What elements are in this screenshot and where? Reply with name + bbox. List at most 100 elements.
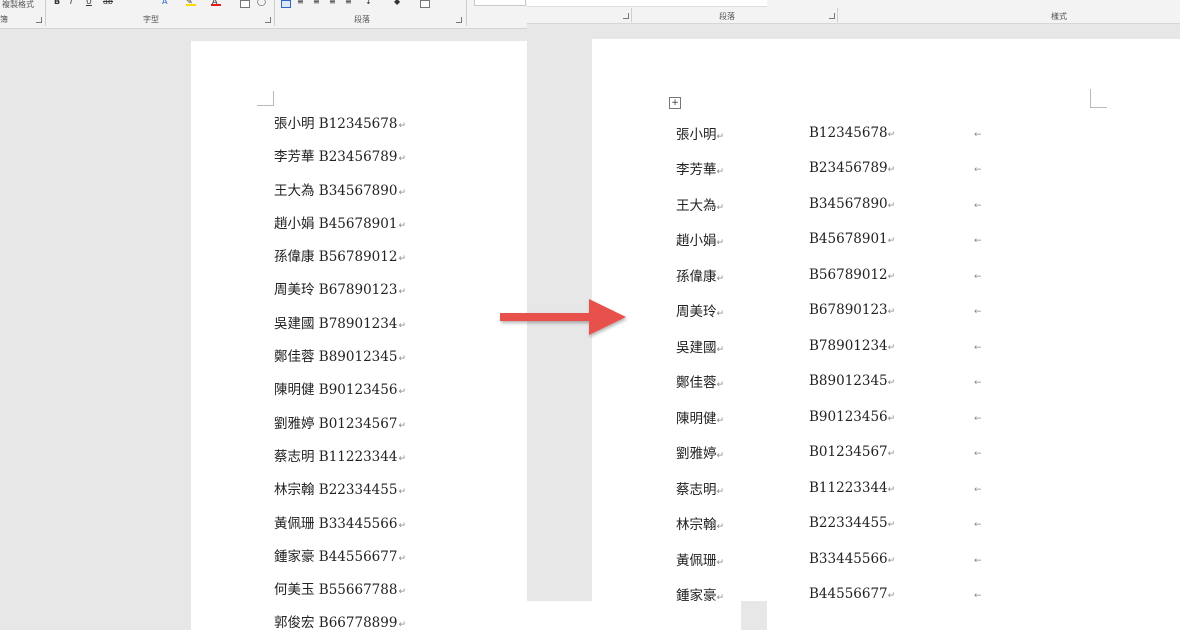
id-text: B34567890: [809, 195, 888, 212]
name-text: 蔡志明: [676, 481, 717, 498]
id-cell[interactable]: B01234567↵: [809, 435, 974, 471]
italic-icon[interactable]: I: [70, 0, 72, 6]
id-text: B11223344: [809, 479, 888, 496]
arrow-shape: [500, 299, 626, 335]
row-end-cell: ←: [974, 222, 1004, 258]
name-cell[interactable]: 趙小娟↵: [676, 222, 809, 258]
id-cell[interactable]: B56789012↵: [809, 257, 974, 293]
cell-mark-icon: ↵: [887, 591, 896, 602]
id-cell[interactable]: B11223344↵: [809, 470, 974, 506]
name-text: 周美玲: [676, 304, 717, 321]
id-cell[interactable]: B34567890↵: [809, 186, 974, 222]
document-line: 周美玲 B67890123↵: [274, 280, 406, 313]
distributed-icon[interactable]: ≡: [345, 0, 352, 6]
font-color-bar: [211, 4, 221, 6]
name-text: 王大為: [676, 197, 717, 214]
table-move-handle-icon[interactable]: +: [669, 97, 681, 109]
bold-icon[interactable]: B: [54, 0, 60, 6]
name-cell[interactable]: 劉雅婷↵: [676, 435, 809, 471]
line-text: 張小明 B12345678: [274, 116, 398, 132]
id-cell[interactable]: B33445566↵: [809, 541, 974, 577]
name-cell[interactable]: 王大為↵: [676, 186, 809, 222]
document-line: 黃佩珊 B33445566↵: [274, 514, 406, 547]
cell-mark-icon: ↵: [887, 413, 896, 424]
left-word-window: 複製格式 簿 B I U ab A ✎ A ◯ 字型 ≡ ≡ ≡ ≡ ↕ ◆ 段…: [0, 0, 527, 630]
document-page-before[interactable]: 張小明 B12345678↵ 李芳華 B23456789↵ 王大為 B3456789…: [191, 41, 527, 630]
copy-format-button[interactable]: 複製格式: [2, 0, 34, 10]
justify-icon[interactable]: ≡: [329, 0, 336, 6]
shading-icon[interactable]: ◆: [394, 0, 400, 6]
document-line: 趙小娟 B45678901↵: [274, 214, 406, 247]
paragraph-mark-icon: ↵: [398, 487, 406, 498]
styles-gallery[interactable]: [474, 0, 526, 6]
id-cell[interactable]: B78901234↵: [809, 328, 974, 364]
text-effect-icon[interactable]: A: [162, 0, 167, 6]
row-end-mark-icon: ←: [974, 520, 982, 531]
name-cell[interactable]: 陳明健↵: [676, 399, 809, 435]
line-spacing-icon[interactable]: ↕: [365, 0, 372, 6]
name-cell[interactable]: 張小明↵: [676, 115, 809, 151]
borders-icon[interactable]: [420, 0, 430, 8]
cell-mark-icon: ↵: [887, 200, 896, 211]
id-cell[interactable]: B89012345↵: [809, 364, 974, 400]
paragraph-mark-icon: ↵: [398, 387, 406, 398]
id-cell[interactable]: B44556677↵: [809, 577, 974, 613]
name-cell[interactable]: 鄭佳蓉↵: [676, 364, 809, 400]
name-cell[interactable]: 林宗翰↵: [676, 506, 809, 542]
document-line: 孫偉康 B56789012↵: [274, 247, 406, 280]
char-shading-icon[interactable]: [240, 0, 250, 8]
paragraph-group-label: 段落: [354, 15, 370, 24]
document-line: 蔡志明 B11223344↵: [274, 447, 406, 480]
table-row: 孫偉康↵ B56789012↵ ←: [676, 257, 1004, 293]
id-cell[interactable]: B22334455↵: [809, 506, 974, 542]
paragraph-dialog-launcher-icon[interactable]: [456, 17, 462, 23]
paragraph-mark-icon: ↵: [398, 354, 406, 365]
ribbon-divider: [45, 0, 46, 26]
id-text: B78901234: [809, 337, 888, 354]
scroll-gutter: [741, 601, 767, 630]
align-right-icon[interactable]: ≡: [313, 0, 320, 6]
table-row: 陳明健↵ B90123456↵ ←: [676, 399, 1004, 435]
comparison-screenshot: 複製格式 簿 B I U ab A ✎ A ◯ 字型 ≡ ≡ ≡ ≡ ↕ ◆ 段…: [0, 0, 1200, 630]
row-end-mark-icon: ←: [974, 378, 982, 389]
ribbon-divider: [274, 0, 275, 26]
document-line: 林宗翰 B22334455↵: [274, 480, 406, 513]
cell-mark-icon: ↵: [887, 378, 896, 389]
id-text: B90123456: [809, 408, 888, 425]
enclose-char-icon[interactable]: ◯: [257, 0, 266, 6]
id-text: B22334455: [809, 515, 888, 532]
name-cell[interactable]: 吳建國↵: [676, 328, 809, 364]
name-cell[interactable]: 周美玲↵: [676, 293, 809, 329]
line-text: 李芳華 B23456789: [274, 149, 398, 166]
name-cell[interactable]: 孫偉康↵: [676, 257, 809, 293]
row-end-mark-icon: ←: [974, 307, 982, 318]
table-row: 蔡志明↵ B11223344↵ ←: [676, 470, 1004, 506]
underline-icon[interactable]: U: [86, 0, 92, 6]
clipboard-dialog-launcher-icon[interactable]: [36, 17, 42, 23]
paragraph-mark-icon: ↵: [398, 453, 406, 464]
id-cell[interactable]: B45678901↵: [809, 222, 974, 258]
id-cell[interactable]: B23456789↵: [809, 151, 974, 187]
document-page-after[interactable]: + 張小明↵ B12345678↵ ← 李芳華↵ B23456789↵ ← 王大為↵ B345…: [592, 39, 1180, 604]
row-end-mark-icon: ←: [974, 129, 982, 140]
id-cell[interactable]: B67890123↵: [809, 293, 974, 329]
cell-mark-icon: ↵: [887, 449, 896, 460]
name-cell[interactable]: 李芳華↵: [676, 151, 809, 187]
align-left-icon[interactable]: [281, 0, 291, 8]
align-center-icon[interactable]: ≡: [297, 0, 304, 6]
strikethrough-icon[interactable]: ab: [103, 0, 113, 6]
ribbon-divider: [466, 0, 467, 26]
paragraph-group-label: 段落: [719, 12, 735, 21]
id-cell[interactable]: B12345678↵: [809, 115, 974, 151]
row-end-cell: ←: [974, 186, 1004, 222]
paragraph-dialog-launcher-icon[interactable]: [829, 13, 835, 19]
name-cell[interactable]: 黃佩珊↵: [676, 541, 809, 577]
name-id-list: 張小明 B12345678↵ 李芳華 B23456789↵ 王大為 B3456789…: [274, 114, 406, 630]
font-dialog-launcher-icon[interactable]: [623, 13, 629, 19]
font-dialog-launcher-icon[interactable]: [265, 17, 271, 23]
name-id-table: 張小明↵ B12345678↵ ← 李芳華↵ B23456789↵ ← 王大為↵ B34567…: [676, 115, 1004, 612]
id-cell[interactable]: B90123456↵: [809, 399, 974, 435]
cell-mark-icon: ↵: [887, 236, 896, 247]
name-cell[interactable]: 蔡志明↵: [676, 470, 809, 506]
table-row: 黃佩珊↵ B33445566↵ ←: [676, 541, 1004, 577]
